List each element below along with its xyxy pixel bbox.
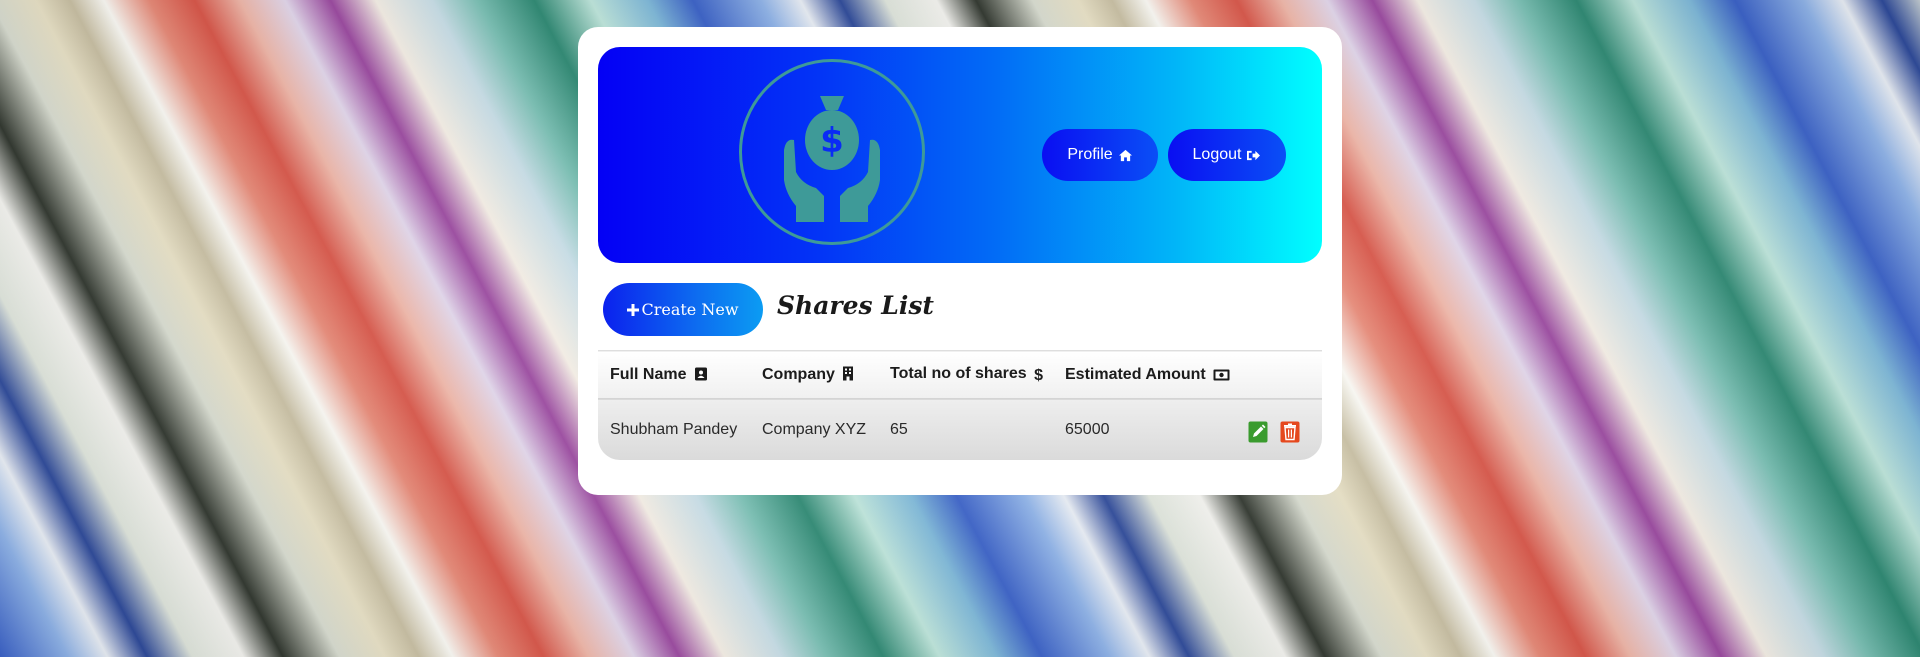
column-header-estimated-amount: Estimated Amount xyxy=(1053,351,1238,399)
sign-out-icon xyxy=(1247,150,1261,160)
cell-actions xyxy=(1238,399,1322,461)
table-row: Shubham Pandey Company XYZ 65 65000 xyxy=(598,398,1322,461)
shares-table: Full Name Company Total no of shares $ E… xyxy=(598,350,1322,460)
money-bag-hands-icon: $ xyxy=(784,96,880,222)
column-header-actions xyxy=(1238,351,1322,399)
create-new-label: Create New xyxy=(641,300,739,319)
cell-full-name: Shubham Pandey xyxy=(610,420,738,438)
profile-label: Profile xyxy=(1067,146,1113,163)
building-icon xyxy=(843,366,854,380)
cell-shares: 65 xyxy=(890,420,908,438)
cell-company: Company XYZ xyxy=(762,420,867,438)
delete-icon[interactable] xyxy=(1280,421,1300,443)
address-card-icon xyxy=(694,367,707,380)
column-header-total-shares: Total no of shares $ xyxy=(890,364,1043,384)
column-header-company: Company xyxy=(750,351,878,399)
header-banner: $ Profile Logout xyxy=(598,47,1322,263)
dollar-icon: $ xyxy=(1034,366,1043,384)
edit-icon[interactable] xyxy=(1248,421,1268,443)
logout-button[interactable]: Logout xyxy=(1168,129,1286,181)
home-icon xyxy=(1118,149,1132,161)
svg-text:$: $ xyxy=(820,121,844,161)
main-card: $ Profile Logout Create New Shares List … xyxy=(578,27,1342,495)
cell-amount: 65000 xyxy=(1065,420,1110,438)
money-bill-icon xyxy=(1213,369,1230,380)
column-header-full-name: Full Name xyxy=(598,351,750,399)
create-new-button[interactable]: Create New xyxy=(603,283,763,336)
page-title: Shares List xyxy=(777,291,934,320)
table-header-row: Full Name Company Total no of shares $ E… xyxy=(598,350,1322,399)
plus-icon xyxy=(627,303,640,316)
logout-label: Logout xyxy=(1192,146,1242,163)
profile-button[interactable]: Profile xyxy=(1042,129,1158,181)
logo: $ xyxy=(739,59,925,245)
